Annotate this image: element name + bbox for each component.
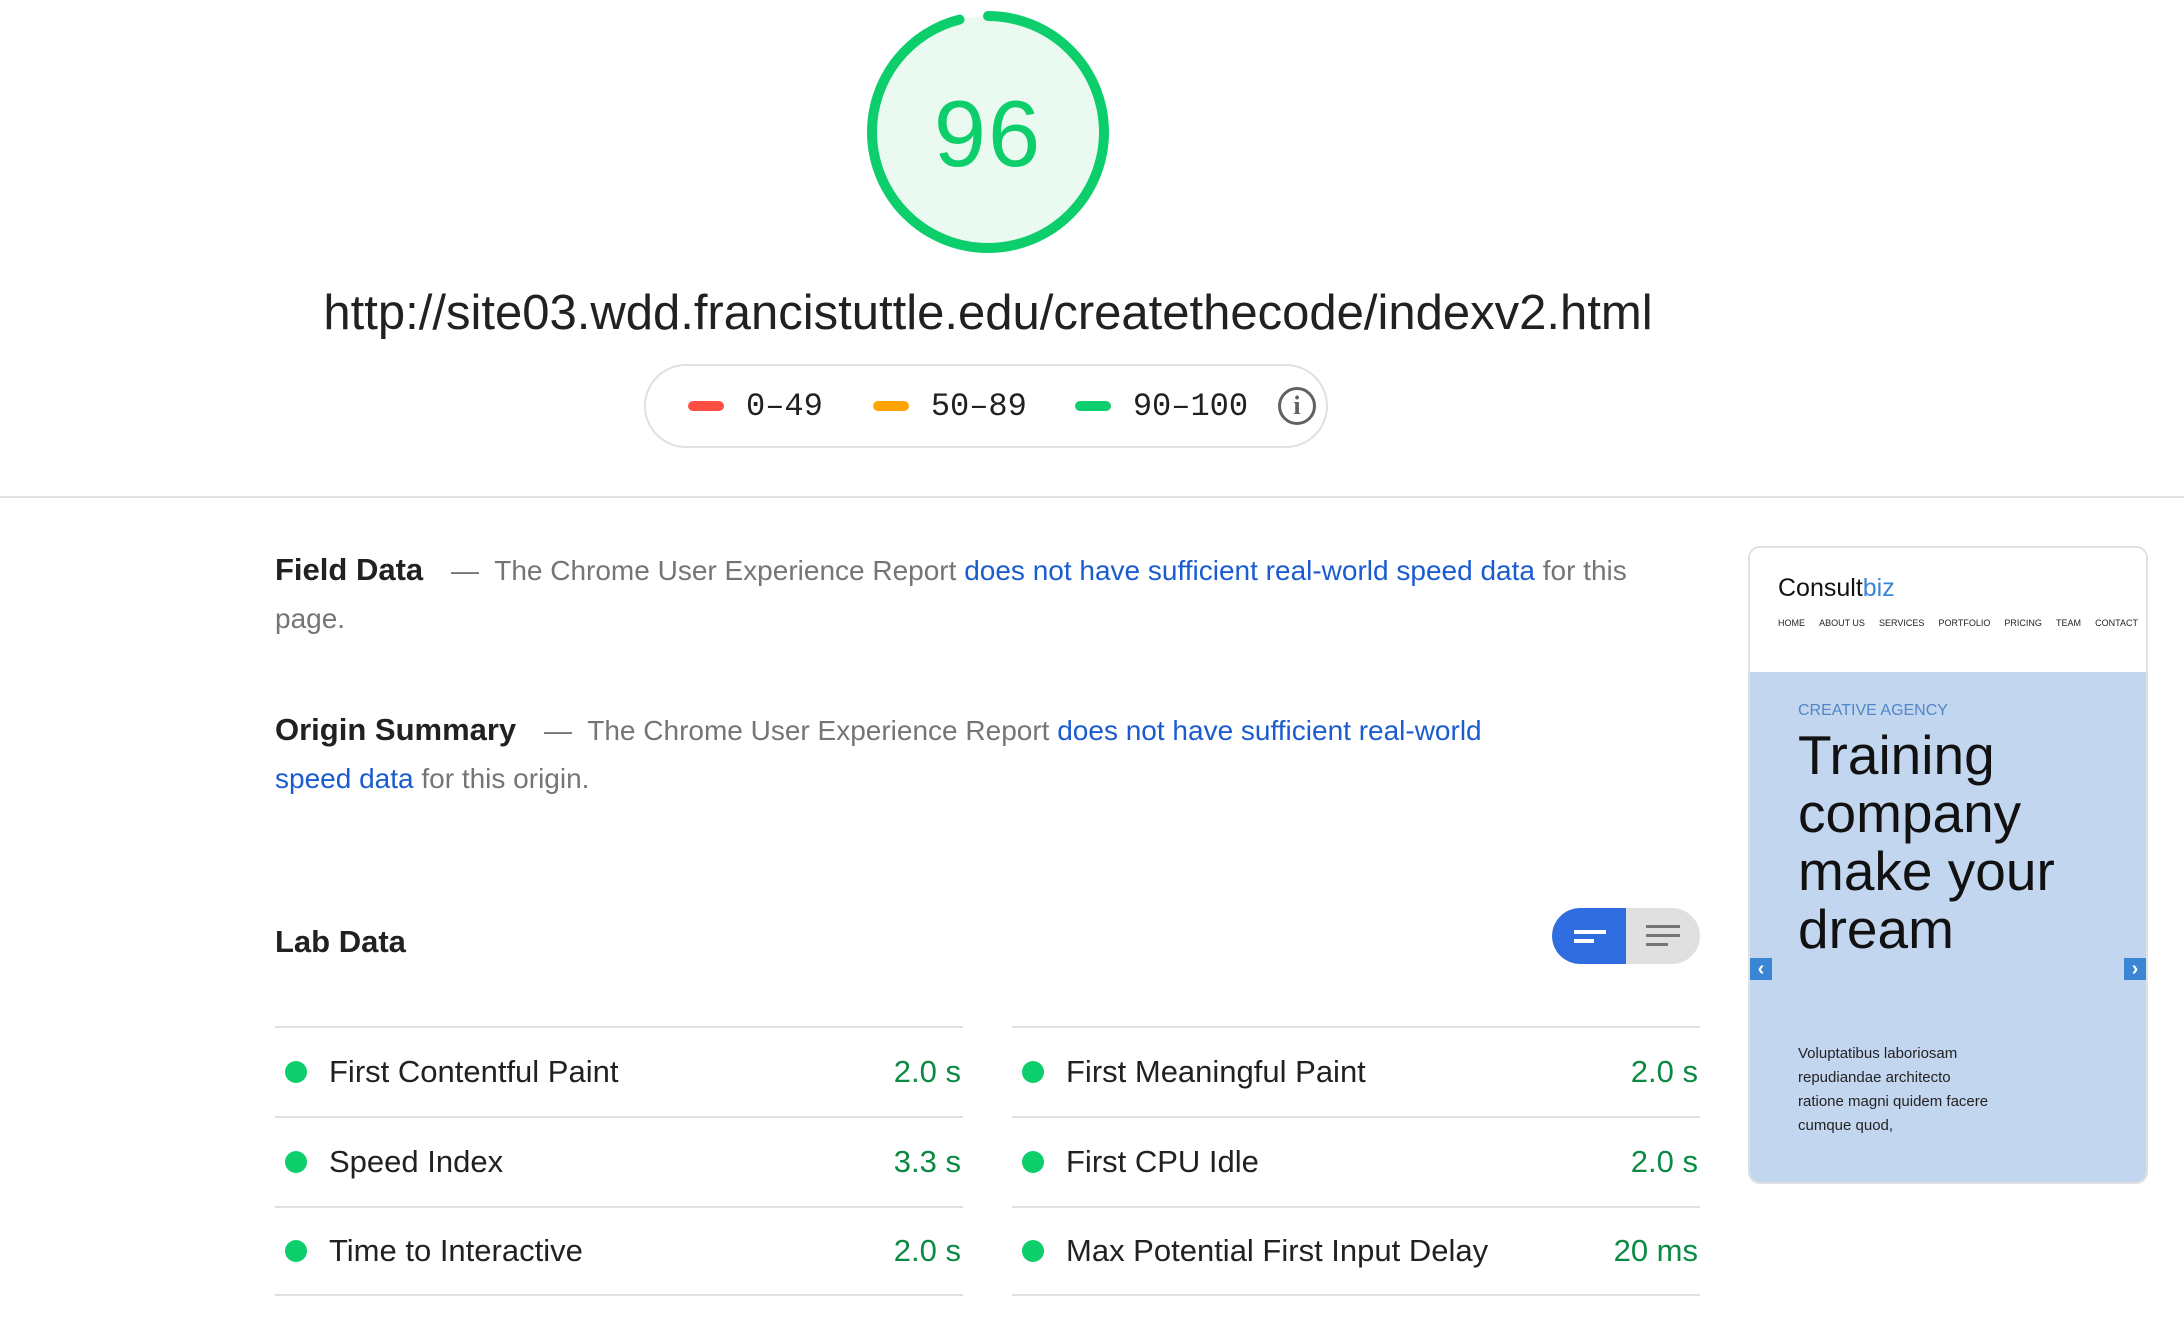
detail-view-button[interactable] <box>1626 908 1700 964</box>
field-data-section: Field Data — The Chrome User Experience … <box>275 546 1645 643</box>
nav-item: PRICING <box>2004 618 2042 628</box>
nav-item: ABOUT US <box>1819 618 1865 628</box>
legend-item-average: 50–89 <box>872 387 1027 425</box>
summary-view-button[interactable] <box>1552 908 1626 964</box>
hero-headline: Training company make your dream <box>1798 724 2055 960</box>
metric-name: First Contentful Paint <box>329 1054 619 1089</box>
field-data-dash: — <box>450 555 479 586</box>
metric-value: 3.3 s <box>893 1144 961 1179</box>
metric-value: 2.0 s <box>1630 1054 1698 1089</box>
logo-main-text: Consult <box>1778 574 1863 602</box>
nav-item: SERVICES <box>1879 618 1925 628</box>
metric-name: Time to Interactive <box>329 1233 583 1268</box>
origin-summary-title: Origin Summary <box>275 712 517 747</box>
pass-bar <box>1074 401 1111 411</box>
origin-summary-dash: — <box>543 715 572 746</box>
field-data-link[interactable]: does not have sufficient real-world spee… <box>964 555 1535 586</box>
legend-label-average: 50–89 <box>930 387 1027 425</box>
fail-bar <box>688 401 724 411</box>
nav-item: TEAM <box>2056 618 2082 628</box>
metric-row: Speed Index 3.3 s <box>275 1116 963 1206</box>
metrics-left-column: First Contentful Paint 2.0 s Speed Index… <box>275 1026 963 1296</box>
metric-value: 2.0 s <box>1630 1144 1698 1179</box>
metric-row: First Contentful Paint 2.0 s <box>275 1026 963 1116</box>
info-icon[interactable]: i <box>1278 387 1317 425</box>
pass-status-icon <box>285 1240 307 1262</box>
field-data-text-before: The Chrome User Experience Report <box>494 555 957 586</box>
lab-data-title: Lab Data <box>275 924 406 959</box>
pass-status-icon <box>1022 1061 1044 1083</box>
performance-score: 96 <box>933 81 1043 186</box>
score-legend: 0–49 50–89 90–100 i <box>644 364 1328 448</box>
metric-row: First CPU Idle 2.0 s <box>1012 1116 1700 1206</box>
average-bar <box>872 401 909 411</box>
thumbnail-hero: CREATIVE AGENCY Training company make yo… <box>1750 672 2146 1182</box>
nav-item: PORTFOLIO <box>1938 618 1991 628</box>
metric-value: 2.0 s <box>893 1054 961 1089</box>
detail-view-icon <box>1646 925 1680 946</box>
hero-eyebrow: CREATIVE AGENCY <box>1798 702 1948 719</box>
origin-summary-text-before: The Chrome User Experience Report <box>587 715 1050 746</box>
next-arrow-icon: › <box>2124 958 2146 980</box>
pass-status-icon <box>1022 1151 1044 1173</box>
pass-status-icon <box>285 1061 307 1083</box>
nav-item: CONTACT <box>2095 618 2138 628</box>
view-toggle[interactable] <box>1552 908 1700 964</box>
metric-name: First CPU Idle <box>1066 1144 1259 1179</box>
pass-status-icon <box>285 1151 307 1173</box>
header-divider <box>0 496 2184 498</box>
thumbnail-header: Consultbiz HOME ABOUT US SERVICES PORTFO… <box>1750 548 2146 672</box>
metric-value: 2.0 s <box>893 1233 961 1268</box>
pass-status-icon <box>1022 1240 1044 1262</box>
summary-view-icon <box>1574 930 1606 943</box>
metric-name: First Meaningful Paint <box>1066 1054 1366 1089</box>
origin-summary-text-after: for this origin. <box>421 763 590 794</box>
thumbnail-logo: Consultbiz <box>1778 574 1895 603</box>
nav-item: HOME <box>1778 618 1805 628</box>
metrics-right-column: First Meaningful Paint 2.0 s First CPU I… <box>1012 1026 1700 1296</box>
hero-body: Voluptatibus laboriosam repudiandae arch… <box>1798 1045 1989 1134</box>
final-screenshot-thumbnail[interactable]: Consultbiz HOME ABOUT US SERVICES PORTFO… <box>1748 546 2148 1184</box>
thumbnail-nav: HOME ABOUT US SERVICES PORTFOLIO PRICING… <box>1778 618 2138 628</box>
metric-row: First Meaningful Paint 2.0 s <box>1012 1026 1700 1116</box>
legend-item-fail: 0–49 <box>688 388 823 425</box>
metric-name: Speed Index <box>329 1144 504 1179</box>
metric-value: 20 ms <box>1613 1233 1698 1268</box>
metric-row: Time to Interactive 2.0 s <box>275 1206 963 1296</box>
tested-url: http://site03.wdd.francistuttle.edu/crea… <box>323 286 1653 340</box>
field-data-title: Field Data <box>275 552 424 587</box>
metric-name: Max Potential First Input Delay <box>1066 1233 1489 1268</box>
legend-label-pass: 90–100 <box>1132 387 1249 425</box>
legend-item-pass: 90–100 <box>1074 387 1249 425</box>
prev-arrow-icon: ‹ <box>1750 958 1772 980</box>
logo-accent-text: biz <box>1862 574 1895 602</box>
origin-summary-section: Origin Summary — The Chrome User Experie… <box>275 706 1565 803</box>
legend-label-fail: 0–49 <box>746 387 823 425</box>
metric-row: Max Potential First Input Delay 20 ms <box>1012 1206 1700 1296</box>
